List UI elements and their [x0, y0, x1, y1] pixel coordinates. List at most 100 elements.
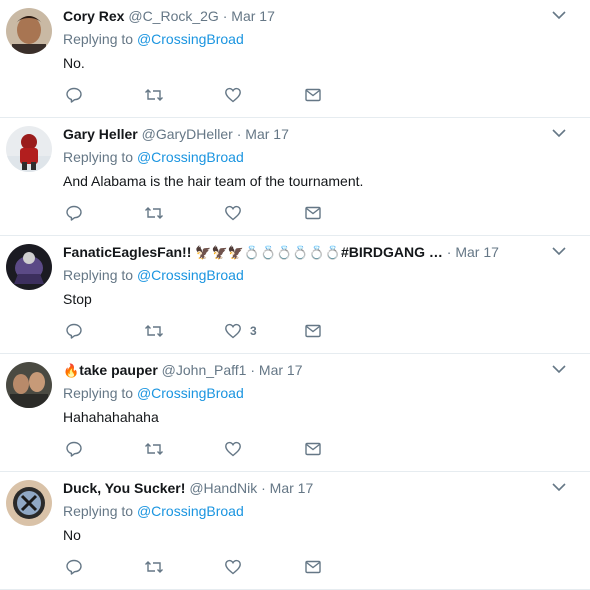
replying-to: Replying to @CrossingBroad	[63, 148, 244, 166]
user-handle[interactable]: @HandNik	[189, 480, 257, 496]
tweet-actions	[63, 202, 363, 224]
timestamp[interactable]: Mar 17	[259, 362, 303, 378]
avatar[interactable]	[6, 362, 52, 408]
retweet-icon	[145, 207, 163, 219]
tweet-header: Gary Heller @GaryDHeller · Mar 17	[63, 125, 289, 143]
heart-icon	[225, 87, 241, 103]
tweet-actions: 3	[63, 320, 363, 342]
display-name[interactable]: take pauper	[79, 362, 158, 378]
replying-to-link[interactable]: @CrossingBroad	[137, 31, 244, 47]
chevron-down-icon[interactable]	[552, 246, 566, 256]
replying-to-prefix: Replying to	[63, 267, 137, 283]
replying-to-link[interactable]: @CrossingBroad	[137, 149, 244, 165]
like-button[interactable]	[224, 202, 250, 224]
tweet-text: Stop	[63, 291, 92, 307]
user-handle[interactable]: @C_Rock_2G	[128, 8, 218, 24]
reply-icon	[66, 441, 82, 457]
tweet-text: No	[63, 527, 81, 543]
replying-to: Replying to @CrossingBroad	[63, 502, 244, 520]
retweet-icon	[145, 325, 163, 337]
tweet-actions	[63, 84, 363, 106]
replying-to-link[interactable]: @CrossingBroad	[137, 503, 244, 519]
envelope-icon	[305, 442, 321, 456]
reply-icon	[66, 323, 82, 339]
avatar[interactable]	[6, 480, 52, 526]
reply-button[interactable]	[65, 320, 83, 342]
retweet-button[interactable]	[144, 438, 164, 460]
tweet-actions	[63, 438, 363, 460]
heart-icon	[225, 441, 241, 457]
retweet-button[interactable]	[144, 202, 164, 224]
retweet-icon	[145, 561, 163, 573]
chevron-down-icon[interactable]	[552, 364, 566, 374]
replying-to-link[interactable]: @CrossingBroad	[137, 385, 244, 401]
retweet-button[interactable]	[144, 320, 164, 342]
replying-to-link[interactable]: @CrossingBroad	[137, 267, 244, 283]
reply-button[interactable]	[65, 202, 83, 224]
chevron-down-icon[interactable]	[552, 10, 566, 20]
display-name-suffix[interactable]: #BIRDGANG …	[341, 244, 443, 260]
retweet-button[interactable]	[144, 84, 164, 106]
like-button[interactable]	[224, 84, 250, 106]
direct-message-button[interactable]	[304, 202, 322, 224]
avatar[interactable]	[6, 8, 52, 54]
replying-to-prefix: Replying to	[63, 503, 137, 519]
replying-to: Replying to @CrossingBroad	[63, 384, 244, 402]
fire-icon: 🔥	[63, 363, 80, 378]
tweet-text: And Alabama is the hair team of the tour…	[63, 173, 364, 189]
tweet-text: No.	[63, 55, 85, 71]
replying-to: Replying to @CrossingBroad	[63, 266, 244, 284]
retweet-icon	[145, 89, 163, 101]
user-handle[interactable]: @John_Paff1	[162, 362, 247, 378]
replying-to-prefix: Replying to	[63, 31, 137, 47]
like-button[interactable]: 3	[224, 320, 257, 342]
tweet: 🔥take pauper @John_Paff1 · Mar 17 Replyi…	[0, 354, 590, 472]
like-button[interactable]	[224, 556, 250, 578]
timestamp[interactable]: Mar 17	[231, 8, 275, 24]
chevron-down-icon[interactable]	[552, 482, 566, 492]
display-name[interactable]: Cory Rex	[63, 8, 124, 24]
separator: ·	[261, 480, 266, 496]
envelope-icon	[305, 560, 321, 574]
user-handle[interactable]: @GaryDHeller	[142, 126, 233, 142]
envelope-icon	[305, 206, 321, 220]
replying-to-prefix: Replying to	[63, 385, 137, 401]
like-count: 3	[250, 324, 257, 338]
display-name[interactable]: Duck, You Sucker!	[63, 480, 185, 496]
separator: ·	[222, 8, 228, 24]
tweet: Gary Heller @GaryDHeller · Mar 17 Replyi…	[0, 118, 590, 236]
direct-message-button[interactable]	[304, 84, 322, 106]
timestamp[interactable]: Mar 17	[455, 244, 499, 260]
direct-message-button[interactable]	[304, 438, 322, 460]
chevron-down-icon[interactable]	[552, 128, 566, 138]
tweet-header: Duck, You Sucker! @HandNik · Mar 17	[63, 479, 313, 497]
tweet: Duck, You Sucker! @HandNik · Mar 17 Repl…	[0, 472, 590, 590]
timestamp[interactable]: Mar 17	[245, 126, 289, 142]
heart-icon	[225, 559, 241, 575]
display-name[interactable]: FanaticEaglesFan!!	[63, 244, 191, 260]
reply-icon	[66, 205, 82, 221]
tweet-header: FanaticEaglesFan!! 🦅🦅🦅💍💍💍💍💍💍#BIRDGANG … …	[63, 243, 499, 262]
reply-button[interactable]	[65, 438, 83, 460]
tweet: FanaticEaglesFan!! 🦅🦅🦅💍💍💍💍💍💍#BIRDGANG … …	[0, 236, 590, 354]
tweet-actions	[63, 556, 363, 578]
replying-to: Replying to @CrossingBroad	[63, 30, 244, 48]
avatar[interactable]	[6, 244, 52, 290]
separator: ·	[446, 244, 452, 260]
direct-message-button[interactable]	[304, 556, 322, 578]
separator: ·	[250, 362, 256, 378]
direct-message-button[interactable]	[304, 320, 322, 342]
tweet-text: Hahahahahaha	[63, 409, 159, 425]
reply-button[interactable]	[65, 84, 83, 106]
reply-icon	[66, 559, 82, 575]
reply-icon	[66, 87, 82, 103]
timestamp[interactable]: Mar 17	[270, 480, 314, 496]
envelope-icon	[305, 324, 321, 338]
heart-icon	[225, 205, 241, 221]
display-name[interactable]: Gary Heller	[63, 126, 138, 142]
reply-button[interactable]	[65, 556, 83, 578]
tweet: Cory Rex @C_Rock_2G · Mar 17 Replying to…	[0, 0, 590, 118]
like-button[interactable]	[224, 438, 250, 460]
retweet-button[interactable]	[144, 556, 164, 578]
avatar[interactable]	[6, 126, 52, 172]
